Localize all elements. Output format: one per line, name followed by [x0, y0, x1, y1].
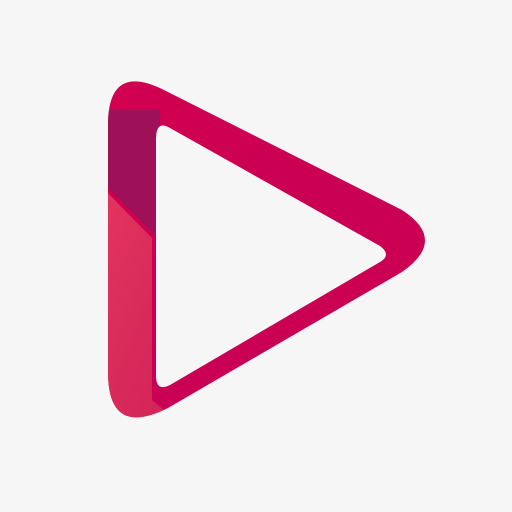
app-icon-canvas: [0, 0, 512, 512]
play-ring: [108, 81, 425, 418]
play-icon: [108, 81, 425, 418]
